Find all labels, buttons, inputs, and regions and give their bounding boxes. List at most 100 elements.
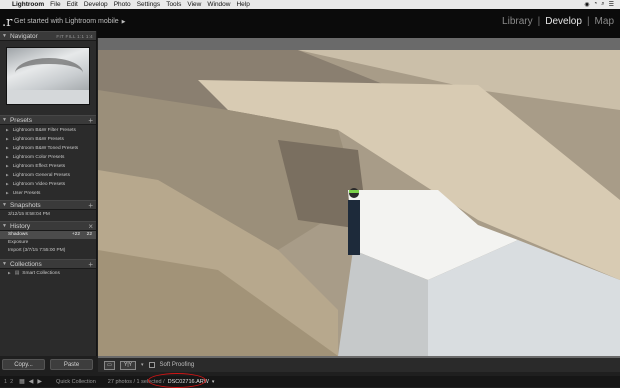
preset-folder[interactable]: ▶ Lightroom B&W Filter Presets bbox=[6, 126, 96, 135]
collections-header[interactable]: ▼ Collections + bbox=[0, 259, 96, 269]
image-canvas[interactable] bbox=[98, 38, 620, 358]
expand-icon: ▶ bbox=[6, 128, 9, 132]
collapse-icon: ▼ bbox=[2, 261, 7, 267]
preview-floor-shape bbox=[7, 90, 89, 104]
paste-button[interactable]: Paste bbox=[50, 359, 93, 370]
history-item[interactable]: Exposure bbox=[0, 239, 96, 247]
expand-icon: ▶ bbox=[6, 182, 9, 186]
get-started-label: Get started with Lightroom mobile bbox=[14, 18, 119, 25]
filmstrip-source[interactable]: Quick Collection bbox=[56, 379, 96, 385]
history-item[interactable]: Shadows +22 22 bbox=[0, 231, 96, 239]
module-map[interactable]: Map bbox=[595, 16, 614, 27]
preset-folder-label: Lightroom General Presets bbox=[12, 173, 71, 178]
person-hat-band bbox=[349, 190, 359, 193]
soft-proofing-checkbox[interactable] bbox=[148, 362, 155, 368]
preset-folder-label: Lightroom B&W Presets bbox=[12, 137, 64, 142]
expand-icon: ▶ bbox=[8, 271, 11, 275]
menu-view[interactable]: View bbox=[187, 0, 207, 9]
preset-folder[interactable]: ▶ Lightroom General Presets bbox=[6, 171, 96, 180]
module-library[interactable]: Library bbox=[502, 16, 533, 27]
menu-photo[interactable]: Photo bbox=[114, 0, 137, 9]
preset-folder[interactable]: ▶ Lightroom Effect Presets bbox=[6, 162, 96, 171]
module-picker: Library | Develop | Map bbox=[502, 16, 614, 27]
window-1-button[interactable]: 1 bbox=[4, 379, 7, 385]
develop-toolbar: ▭ Y|Y ▾ Soft Proofing bbox=[98, 358, 620, 372]
menu-window[interactable]: Window bbox=[207, 0, 236, 9]
module-develop[interactable]: Develop bbox=[545, 16, 582, 27]
add-collection-icon[interactable]: + bbox=[88, 260, 93, 269]
menu-bar: Lightroom File Edit Develop Photo Settin… bbox=[0, 0, 620, 9]
snapshot-item[interactable]: 3/12/15 8:58:04 PM bbox=[0, 210, 96, 219]
collection-item-label: Smart Collections bbox=[22, 271, 60, 276]
before-after-icon[interactable]: Y|Y bbox=[120, 360, 136, 370]
back-arrow-icon[interactable]: ◀ bbox=[29, 378, 34, 385]
preset-folder-label: Lightroom Video Presets bbox=[12, 182, 66, 187]
photo-preview[interactable] bbox=[98, 50, 620, 356]
preset-folder[interactable]: ▶ User Presets bbox=[6, 189, 96, 198]
preset-folder[interactable]: ▶ Lightroom Video Presets bbox=[6, 180, 96, 189]
menu-help[interactable]: Help bbox=[236, 0, 255, 9]
preset-folder-label: Lightroom B&W Toned Presets bbox=[12, 146, 79, 151]
collapse-icon: ▼ bbox=[2, 223, 7, 229]
module-separator: | bbox=[586, 16, 590, 27]
expand-icon: ▶ bbox=[6, 155, 9, 159]
navigator-zoom-options[interactable]: FIT FILL 1:1 1:4 bbox=[56, 34, 93, 39]
add-snapshot-icon[interactable]: + bbox=[88, 201, 93, 210]
grid-icon[interactable]: ▦ bbox=[19, 378, 25, 385]
collapse-icon: ▼ bbox=[2, 33, 7, 39]
lightroom-logo-icon: .r bbox=[2, 15, 13, 30]
play-icon: ▶ bbox=[121, 19, 126, 25]
history-item-label: Exposure bbox=[8, 240, 29, 245]
menu-develop[interactable]: Develop bbox=[84, 0, 114, 9]
forward-arrow-icon[interactable]: ▶ bbox=[37, 378, 42, 385]
get-started-link[interactable]: Get started with Lightroom mobile ▶ bbox=[14, 18, 126, 25]
copy-button[interactable]: Copy... bbox=[2, 359, 45, 370]
menu-tools[interactable]: Tools bbox=[166, 0, 187, 9]
navigator-preview[interactable] bbox=[6, 47, 90, 105]
soft-proofing-label: Soft Proofing bbox=[159, 362, 195, 368]
history-item-label: Shadows bbox=[8, 232, 28, 237]
snapshots-header[interactable]: ▼ Snapshots + bbox=[0, 200, 96, 210]
add-preset-icon[interactable]: + bbox=[88, 116, 93, 125]
expand-icon: ▶ bbox=[6, 191, 9, 195]
preset-folder[interactable]: ▶ Lightroom B&W Toned Presets bbox=[6, 144, 96, 153]
presets-header[interactable]: ▼ Presets + bbox=[0, 115, 96, 125]
presets-list: ▶ Lightroom B&W Filter Presets ▶ Lightroom… bbox=[0, 125, 96, 200]
wifi-icon[interactable]: ◔ bbox=[594, 1, 598, 8]
clear-history-icon[interactable]: × bbox=[88, 222, 93, 231]
preset-folder-label: User Presets bbox=[12, 191, 41, 196]
menu-settings[interactable]: Settings bbox=[137, 0, 167, 9]
expand-icon: ▶ bbox=[6, 137, 9, 141]
history-item-label: Import (3/7/15 7:55:00 PM) bbox=[8, 248, 66, 253]
menu-edit[interactable]: Edit bbox=[67, 0, 84, 9]
collapse-icon: ▼ bbox=[2, 202, 7, 208]
menu-file[interactable]: File bbox=[50, 0, 66, 9]
search-icon[interactable]: ⌕ bbox=[601, 1, 604, 8]
collections-title: Collections bbox=[9, 260, 42, 268]
filename-dropdown-icon[interactable]: ▾ bbox=[212, 379, 215, 385]
navigator-header[interactable]: ▼ Navigator FIT FILL 1:1 1:4 bbox=[0, 31, 96, 41]
preset-folder[interactable]: ▶ Lightroom B&W Presets bbox=[6, 135, 96, 144]
left-panel: ▼ Navigator FIT FILL 1:1 1:4 ▼ Presets +… bbox=[0, 31, 97, 356]
history-item[interactable]: Import (3/7/15 7:55:00 PM) bbox=[0, 247, 96, 255]
before-after-dropdown-icon[interactable]: ▾ bbox=[141, 362, 144, 368]
history-item-delta: +22 bbox=[71, 232, 80, 237]
preset-folder-label: Lightroom Effect Presets bbox=[12, 164, 66, 169]
menu-app[interactable]: Lightroom bbox=[12, 0, 50, 9]
status-icon[interactable]: ◉ bbox=[584, 1, 589, 8]
copy-paste-bar: Copy... Paste bbox=[0, 359, 97, 372]
person-figure bbox=[348, 200, 360, 255]
window-2-button[interactable]: 2 bbox=[10, 379, 13, 385]
module-separator: | bbox=[537, 16, 541, 27]
loupe-view-icon[interactable]: ▭ bbox=[104, 360, 115, 370]
collection-item[interactable]: ▶ ▤ Smart Collections bbox=[0, 269, 96, 278]
annotation-circle bbox=[148, 373, 206, 388]
expand-icon: ▶ bbox=[6, 173, 9, 177]
list-icon[interactable]: ☰ bbox=[609, 1, 614, 8]
preset-folder[interactable]: ▶ Lightroom Color Presets bbox=[6, 153, 96, 162]
preset-folder-label: Lightroom B&W Filter Presets bbox=[12, 128, 76, 133]
collapse-icon: ▼ bbox=[2, 117, 7, 123]
snapshots-title: Snapshots bbox=[9, 201, 41, 209]
history-header[interactable]: ▼ History × bbox=[0, 221, 96, 231]
navigator-title: Navigator bbox=[9, 32, 38, 40]
